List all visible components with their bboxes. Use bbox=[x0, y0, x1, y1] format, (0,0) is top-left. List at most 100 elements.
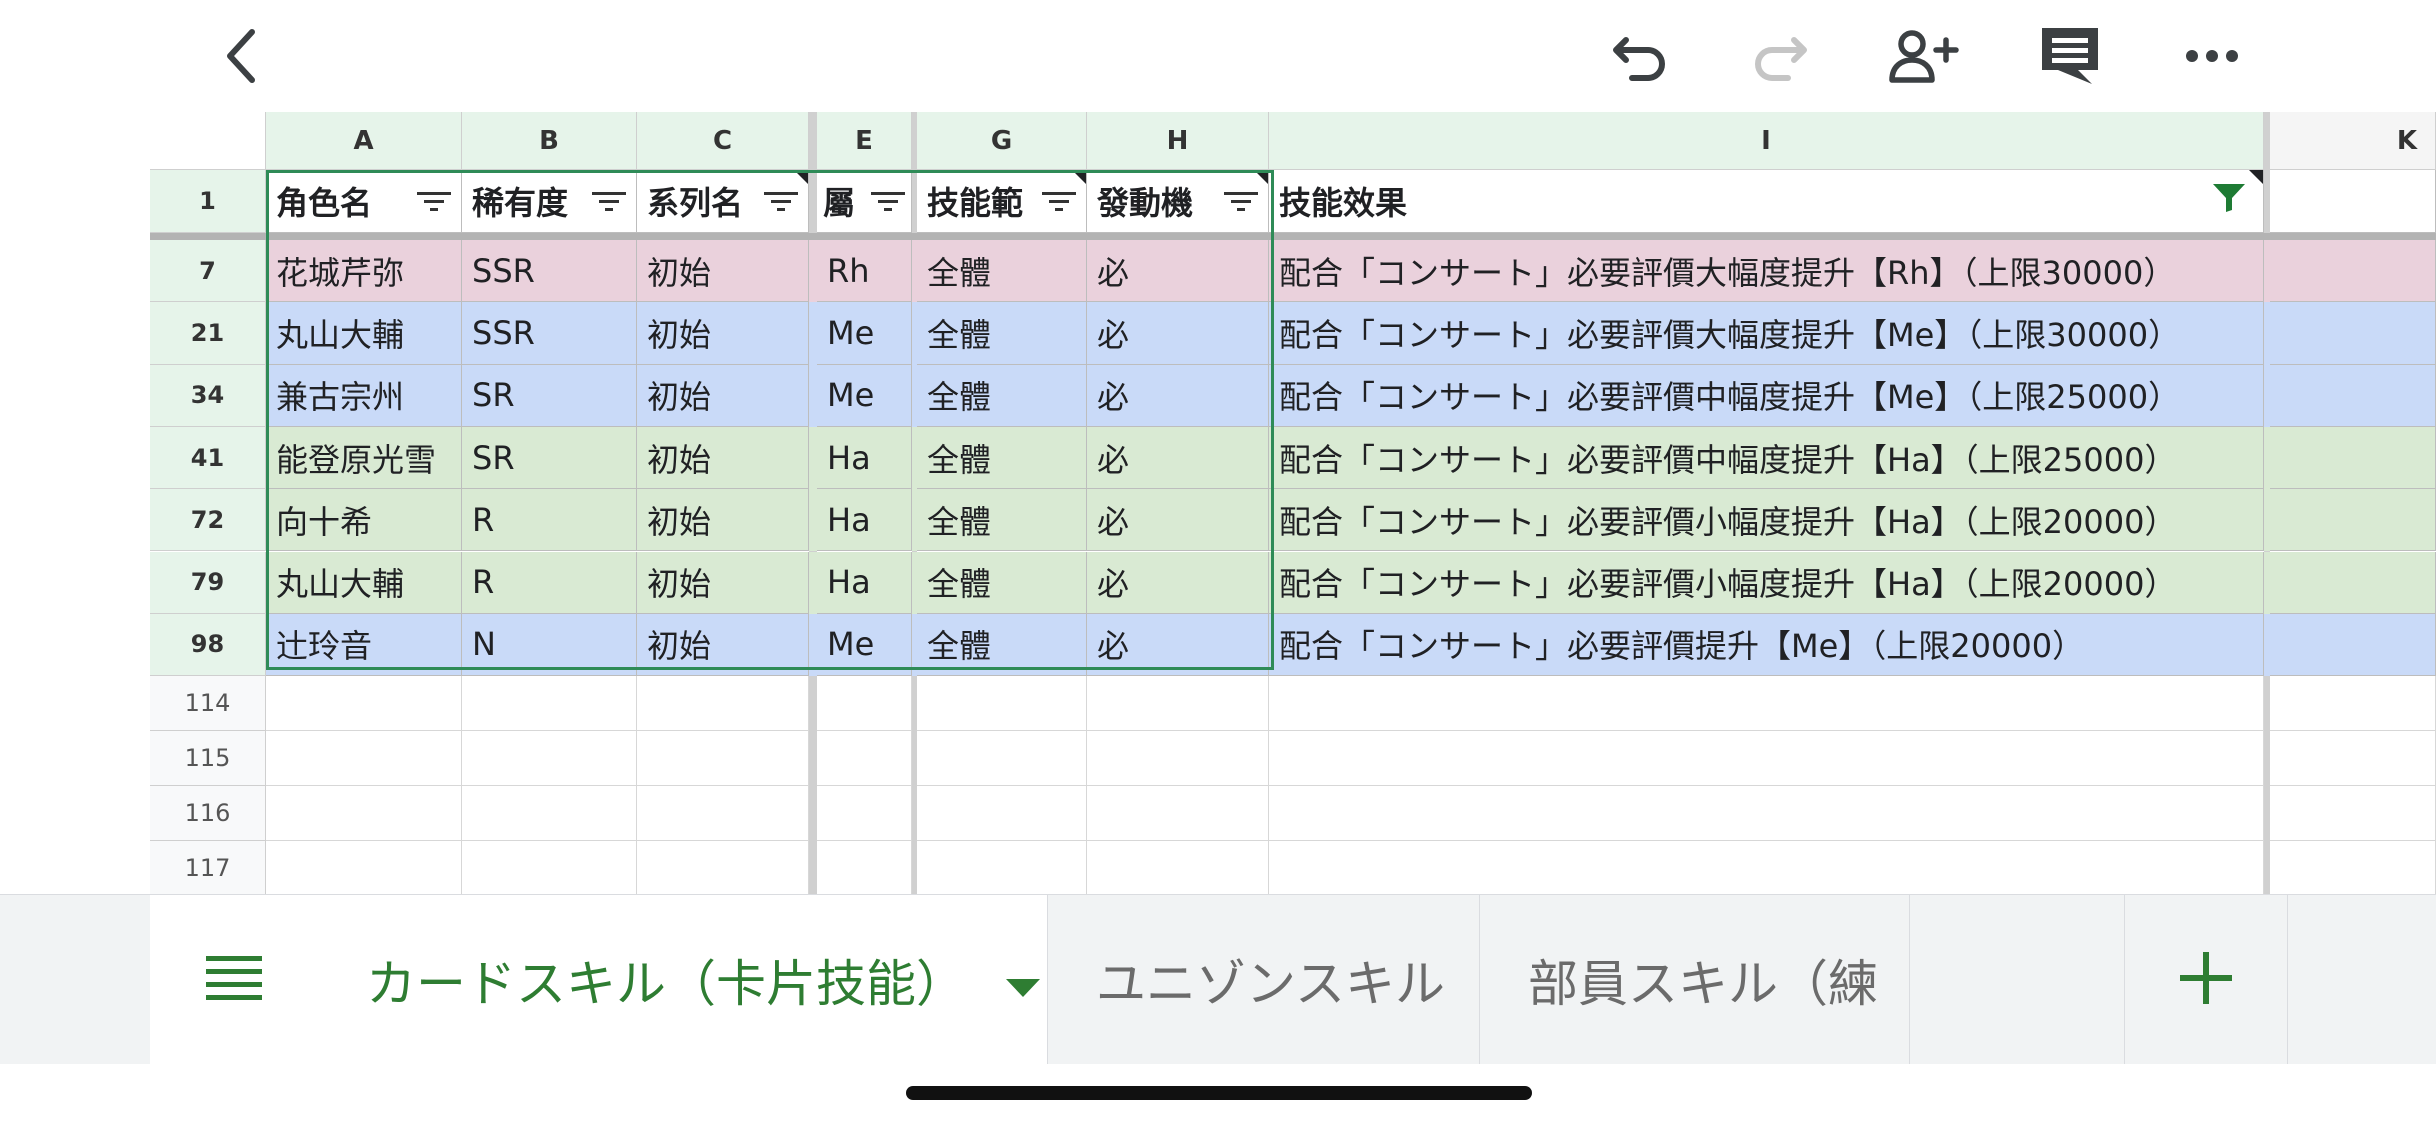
header-cell-skill-effect[interactable]: 技能效果 bbox=[1269, 170, 2264, 233]
empty-cell[interactable] bbox=[917, 731, 1087, 787]
empty-cell[interactable] bbox=[817, 786, 912, 842]
cell-rarity[interactable]: SSR bbox=[462, 302, 637, 365]
empty-cell[interactable] bbox=[1269, 731, 2264, 787]
cell-series[interactable]: 初始 bbox=[637, 613, 809, 677]
empty-cell[interactable] bbox=[266, 731, 462, 787]
cell-trigger[interactable]: 必 bbox=[1087, 613, 1269, 677]
column-header-a[interactable]: A bbox=[266, 112, 462, 170]
cell-series[interactable]: 初始 bbox=[637, 364, 809, 427]
empty-cell[interactable] bbox=[2270, 841, 2436, 894]
empty-cell[interactable] bbox=[1087, 786, 1269, 842]
row-header-41[interactable]: 41 bbox=[150, 426, 266, 490]
cell-skill-effect[interactable]: 配合「コンサート」必要評價大幅度提升【Me】（上限30000） bbox=[1269, 302, 2264, 365]
cell-trigger[interactable]: 必 bbox=[1087, 302, 1269, 365]
cell-attribute[interactable]: Ha bbox=[817, 551, 912, 614]
cell-name[interactable]: 向十希 bbox=[266, 489, 462, 552]
cell-series[interactable]: 初始 bbox=[637, 551, 809, 614]
select-all-corner[interactable] bbox=[150, 112, 266, 170]
cell-rarity[interactable]: SR bbox=[462, 364, 637, 427]
cell-rarity[interactable]: R bbox=[462, 551, 637, 614]
back-button[interactable] bbox=[204, 20, 276, 92]
empty-cell[interactable] bbox=[637, 786, 809, 842]
empty-cell[interactable] bbox=[462, 841, 637, 894]
caret-down-icon[interactable] bbox=[1006, 951, 1040, 1009]
sheets-menu-button[interactable] bbox=[150, 895, 319, 1065]
empty-cell[interactable] bbox=[2270, 731, 2436, 787]
cell-skill-effect[interactable]: 配合「コンサート」必要評價大幅度提升【Rh】（上限30000） bbox=[1269, 240, 2264, 303]
header-cell-attribute[interactable]: 屬 bbox=[817, 170, 912, 233]
comment-button[interactable] bbox=[2034, 20, 2106, 92]
column-header-c[interactable]: C bbox=[637, 112, 809, 170]
empty-cell[interactable] bbox=[2270, 786, 2436, 842]
filter-active-icon[interactable] bbox=[2213, 182, 2245, 220]
cell-k[interactable] bbox=[2270, 489, 2436, 552]
column-header-g[interactable]: G bbox=[917, 112, 1087, 170]
row-header-117[interactable]: 117 bbox=[150, 841, 266, 894]
tab-card-skill[interactable]: カードスキル（卡片技能） bbox=[318, 895, 1048, 1065]
column-header-k[interactable]: K bbox=[2270, 112, 2436, 170]
cell-skill-range[interactable]: 全體 bbox=[917, 613, 1087, 677]
home-indicator[interactable] bbox=[906, 1086, 1532, 1100]
frozen-row-divider[interactable] bbox=[150, 233, 2436, 240]
row-header-21[interactable]: 21 bbox=[150, 302, 266, 365]
row-header-72[interactable]: 72 bbox=[150, 489, 266, 552]
cell-k[interactable] bbox=[2270, 426, 2436, 490]
empty-cell[interactable] bbox=[817, 731, 912, 787]
header-cell-series[interactable]: 系列名 bbox=[637, 170, 809, 233]
column-header-i[interactable]: I bbox=[1269, 112, 2264, 170]
empty-cell[interactable] bbox=[917, 841, 1087, 894]
empty-cell[interactable] bbox=[266, 676, 462, 732]
cell-attribute[interactable]: Me bbox=[817, 302, 912, 365]
cell-k[interactable] bbox=[2270, 302, 2436, 365]
cell-skill-effect[interactable]: 配合「コンサート」必要評價小幅度提升【Ha】（上限20000） bbox=[1269, 489, 2264, 552]
cell-trigger[interactable]: 必 bbox=[1087, 426, 1269, 490]
header-cell-trigger[interactable]: 發動機 bbox=[1087, 170, 1269, 233]
column-header-h[interactable]: H bbox=[1087, 112, 1269, 170]
empty-cell[interactable] bbox=[637, 841, 809, 894]
row-header-34[interactable]: 34 bbox=[150, 364, 266, 427]
column-header-e[interactable]: E bbox=[817, 112, 912, 170]
more-button[interactable] bbox=[2176, 20, 2248, 92]
cell-rarity[interactable]: SR bbox=[462, 426, 637, 490]
cell-attribute[interactable]: Me bbox=[817, 364, 912, 427]
empty-cell[interactable] bbox=[2270, 676, 2436, 732]
empty-cell[interactable] bbox=[817, 841, 912, 894]
cell-skill-effect[interactable]: 配合「コンサート」必要評價中幅度提升【Ha】（上限25000） bbox=[1269, 426, 2264, 490]
row-header-1[interactable]: 1 bbox=[150, 170, 266, 233]
cell-rarity[interactable]: SSR bbox=[462, 240, 637, 303]
cell-trigger[interactable]: 必 bbox=[1087, 551, 1269, 614]
header-cell-k[interactable] bbox=[2270, 170, 2436, 233]
cell-skill-effect[interactable]: 配合「コンサート」必要評價中幅度提升【Me】（上限25000） bbox=[1269, 364, 2264, 427]
add-sheet-button[interactable] bbox=[2124, 895, 2288, 1065]
filter-lines-icon[interactable] bbox=[764, 182, 798, 220]
row-header-79[interactable]: 79 bbox=[150, 551, 266, 614]
cell-trigger[interactable]: 必 bbox=[1087, 364, 1269, 427]
cell-skill-range[interactable]: 全體 bbox=[917, 489, 1087, 552]
tab-unison-skill[interactable]: ユニゾンスキル bbox=[1048, 895, 1480, 1065]
cell-skill-effect[interactable]: 配合「コンサート」必要評價小幅度提升【Ha】（上限20000） bbox=[1269, 551, 2264, 614]
column-header-b[interactable]: B bbox=[462, 112, 637, 170]
empty-cell[interactable] bbox=[462, 731, 637, 787]
cell-trigger[interactable]: 必 bbox=[1087, 240, 1269, 303]
empty-cell[interactable] bbox=[637, 731, 809, 787]
filter-lines-icon[interactable] bbox=[592, 182, 626, 220]
tab-member-skill[interactable]: 部員スキル（練 bbox=[1480, 895, 1910, 1065]
cell-k[interactable] bbox=[2270, 613, 2436, 677]
cell-rarity[interactable]: R bbox=[462, 489, 637, 552]
cell-skill-range[interactable]: 全體 bbox=[917, 426, 1087, 490]
empty-cell[interactable] bbox=[917, 676, 1087, 732]
cell-skill-range[interactable]: 全體 bbox=[917, 364, 1087, 427]
row-header-98[interactable]: 98 bbox=[150, 613, 266, 677]
empty-cell[interactable] bbox=[1269, 841, 2264, 894]
share-button[interactable] bbox=[1888, 20, 1960, 92]
filter-lines-icon[interactable] bbox=[417, 182, 451, 220]
cell-attribute[interactable]: Me bbox=[817, 613, 912, 677]
cell-k[interactable] bbox=[2270, 240, 2436, 303]
cell-skill-range[interactable]: 全體 bbox=[917, 240, 1087, 303]
row-header-116[interactable]: 116 bbox=[150, 786, 266, 842]
cell-k[interactable] bbox=[2270, 551, 2436, 614]
filter-lines-icon[interactable] bbox=[1042, 182, 1076, 220]
redo-button[interactable] bbox=[1744, 20, 1816, 92]
empty-cell[interactable] bbox=[1087, 731, 1269, 787]
header-cell-skill-range[interactable]: 技能範 bbox=[917, 170, 1087, 233]
